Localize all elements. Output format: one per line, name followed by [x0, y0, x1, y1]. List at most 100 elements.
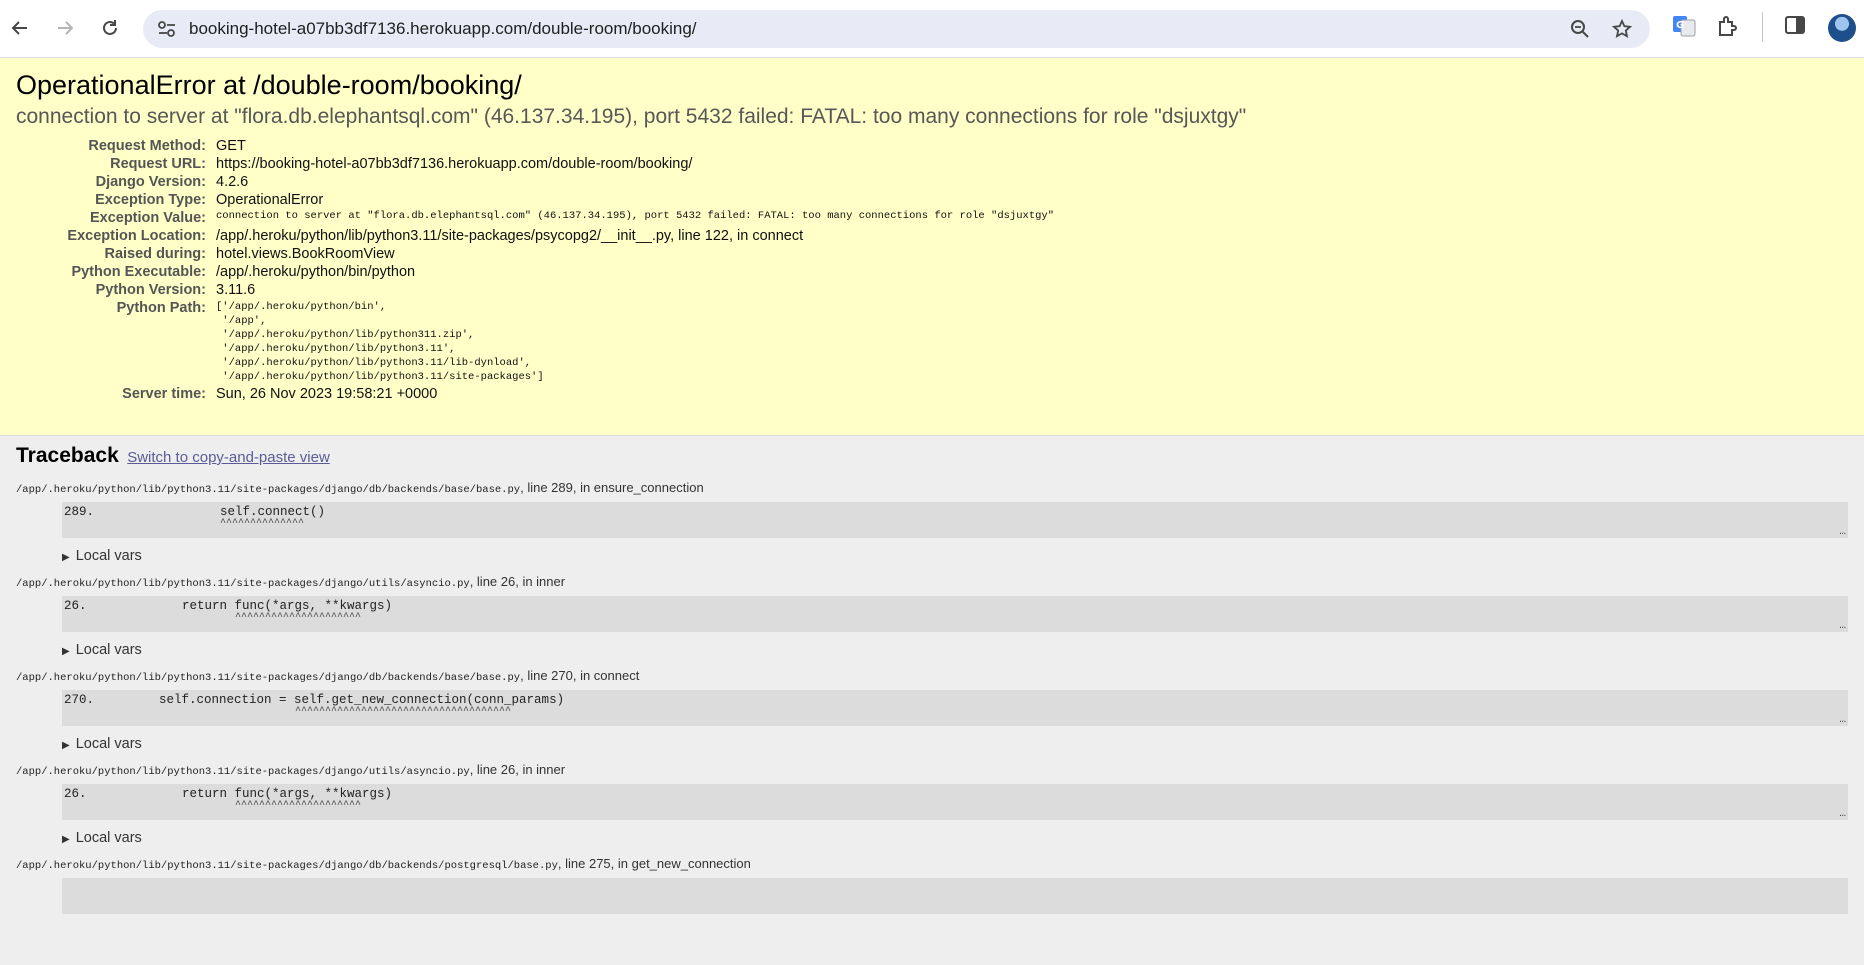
frame-where: , line 289, in ensure_connection — [520, 480, 704, 495]
server-time-value: Sun, 26 Nov 2023 19:58:21 +0000 — [216, 386, 438, 403]
expand-triangle-icon: ▶ — [62, 646, 70, 657]
source-line: self.connection = self.get_new_connectio… — [159, 693, 565, 707]
traceback-frame: /app/.heroku/python/lib/python3.11/site-… — [16, 856, 1848, 914]
frame-where: , line 275, in get_new_connection — [557, 856, 751, 871]
expand-context-icon[interactable]: … — [1839, 808, 1846, 820]
caret-line: ^^^^^^^^^^^^^^ — [220, 518, 305, 529]
code-context[interactable]: 289. self.connect() ^^^^^^^^^^^^^^ … — [62, 502, 1848, 538]
meta-row: Python Path: ['/app/.heroku/python/bin', … — [16, 299, 1054, 385]
traceback-frame: /app/.heroku/python/lib/python3.11/site-… — [16, 574, 1848, 658]
meta-row: Exception Location: /app/.heroku/python/l… — [16, 227, 1054, 245]
line-number: 270. — [64, 693, 95, 707]
error-summary: OperationalError at /double-room/booking… — [0, 58, 1864, 436]
address-bar[interactable]: booking-hotel-a07bb3df7136.herokuapp.com… — [143, 10, 1650, 48]
frame-location: /app/.heroku/python/lib/python3.11/site-… — [16, 574, 1848, 590]
meta-value: /app/.heroku/python/lib/python3.11/site-… — [216, 228, 804, 245]
toolbar-divider — [1762, 12, 1763, 42]
browser-toolbar: booking-hotel-a07bb3df7136.herokuapp.com… — [0, 0, 1864, 58]
expand-triangle-icon: ▶ — [62, 552, 70, 563]
back-icon[interactable] — [2, 10, 38, 46]
meta-label: Request URL: — [110, 156, 206, 173]
traceback-heading: Traceback — [16, 444, 119, 467]
meta-row: Django Version: 4.2.6 — [16, 173, 1054, 191]
site-info-icon[interactable] — [157, 20, 177, 43]
side-panel-icon[interactable] — [1784, 14, 1806, 41]
forward-icon[interactable] — [47, 10, 83, 46]
meta-row: Request Method: GET — [16, 137, 1054, 155]
frame-file: /app/.heroku/python/lib/python3.11/site-… — [16, 672, 521, 684]
local-vars-toggle[interactable]: ▶ Local vars — [62, 642, 1848, 658]
reload-icon[interactable] — [92, 10, 128, 46]
meta-row: Python Version: 3.11.6 — [16, 281, 1054, 299]
meta-label: Server time: — [122, 386, 206, 403]
frame-where: , line 26, in inner — [469, 574, 566, 589]
zoom-icon[interactable] — [1570, 19, 1590, 44]
line-number: 26. — [64, 599, 87, 613]
extensions-puzzle-icon[interactable] — [1716, 14, 1740, 43]
frame-location: /app/.heroku/python/lib/python3.11/site-… — [16, 762, 1848, 778]
meta-value: 4.2.6 — [216, 174, 249, 191]
local-vars-toggle[interactable]: ▶ Local vars — [62, 830, 1848, 846]
expand-context-icon[interactable]: … — [1839, 714, 1846, 726]
frame-file: /app/.heroku/python/lib/python3.11/site-… — [16, 860, 558, 872]
meta-row: Exception Type: OperationalError — [16, 191, 1054, 209]
meta-label: Python Path: — [116, 300, 206, 317]
meta-label: Exception Type: — [95, 192, 206, 209]
meta-value: GET — [216, 138, 246, 155]
frame-where: , line 270, in connect — [520, 668, 640, 683]
local-vars-toggle[interactable]: ▶ Local vars — [62, 736, 1848, 752]
python-path-value: ['/app/.heroku/python/bin', '/app', '/ap… — [216, 301, 544, 384]
caret-line: ^^^^^^^^^^^^^^^^^^^^^ — [235, 800, 362, 811]
expand-triangle-icon: ▶ — [62, 834, 70, 845]
error-message: connection to server at "flora.db.elepha… — [16, 105, 1247, 129]
code-context[interactable] — [62, 878, 1848, 914]
frame-where: , line 26, in inner — [469, 762, 566, 777]
source-line: return func(*args, **kwargs) — [182, 787, 393, 801]
url-text[interactable]: booking-hotel-a07bb3df7136.herokuapp.com… — [189, 19, 697, 39]
line-number: 289. — [64, 505, 95, 519]
meta-value: 3.11.6 — [216, 282, 256, 299]
local-vars-label: Local vars — [75, 548, 142, 564]
local-vars-toggle[interactable]: ▶ Local vars — [62, 548, 1848, 564]
meta-row: Exception Value: connection to server at … — [16, 209, 1054, 227]
frame-file: /app/.heroku/python/lib/python3.11/site-… — [16, 766, 470, 778]
meta-row: Server time: Sun, 26 Nov 2023 19:58:21 +0… — [16, 385, 1054, 403]
error-title: OperationalError at /double-room/booking… — [16, 70, 522, 100]
request-meta-table: Request Method: GET Request URL: https://b… — [16, 137, 1054, 403]
meta-row: Raised during: hotel.views.BookRoomView — [16, 245, 1054, 263]
meta-value: hotel.views.BookRoomView — [216, 246, 395, 263]
expand-triangle-icon: ▶ — [62, 740, 70, 751]
switch-view-link[interactable]: Switch to copy-and-paste view — [127, 449, 330, 466]
line-number: 26. — [64, 787, 87, 801]
local-vars-label: Local vars — [75, 642, 142, 658]
meta-label: Python Version: — [95, 282, 206, 299]
meta-label: Python Executable: — [71, 264, 206, 281]
source-line: return func(*args, **kwargs) — [182, 599, 393, 613]
meta-label: Exception Value: — [89, 210, 206, 227]
expand-context-icon[interactable]: … — [1839, 526, 1846, 538]
caret-line: ^^^^^^^^^^^^^^^^^^^^^^^^^^^^^^^^^^^^ — [295, 706, 512, 717]
meta-label: Request Method: — [88, 138, 206, 155]
traceback-section: Traceback Switch to copy-and-paste view … — [0, 436, 1864, 914]
local-vars-label: Local vars — [75, 830, 142, 846]
meta-label: Django Version: — [95, 174, 206, 191]
meta-value: https://booking-hotel-a07bb3df7136.herok… — [216, 156, 693, 173]
frame-location: /app/.heroku/python/lib/python3.11/site-… — [16, 856, 1848, 872]
source-line: self.connect() — [220, 505, 326, 519]
bookmark-star-icon[interactable] — [1611, 18, 1633, 44]
profile-avatar[interactable] — [1828, 14, 1856, 42]
translate-extension-icon[interactable]: G — [1672, 14, 1696, 43]
meta-label: Exception Location: — [67, 228, 206, 245]
expand-context-icon[interactable]: … — [1839, 620, 1846, 632]
caret-line: ^^^^^^^^^^^^^^^^^^^^^ — [235, 612, 362, 623]
meta-row: Python Executable: /app/.heroku/python/bi… — [16, 263, 1054, 281]
meta-value: /app/.heroku/python/bin/python — [216, 264, 416, 281]
frame-file: /app/.heroku/python/lib/python3.11/site-… — [16, 578, 470, 590]
frame-file: /app/.heroku/python/lib/python3.11/site-… — [16, 484, 521, 496]
code-context[interactable]: 26. return func(*args, **kwargs) ^^^^^^^… — [62, 784, 1848, 820]
code-context[interactable]: 270. self.connection = self.get_new_conn… — [62, 690, 1848, 726]
code-context[interactable]: 26. return func(*args, **kwargs) ^^^^^^^… — [62, 596, 1848, 632]
traceback-frame: /app/.heroku/python/lib/python3.11/site-… — [16, 480, 1848, 564]
frame-location: /app/.heroku/python/lib/python3.11/site-… — [16, 668, 1848, 684]
frame-location: /app/.heroku/python/lib/python3.11/site-… — [16, 480, 1848, 496]
